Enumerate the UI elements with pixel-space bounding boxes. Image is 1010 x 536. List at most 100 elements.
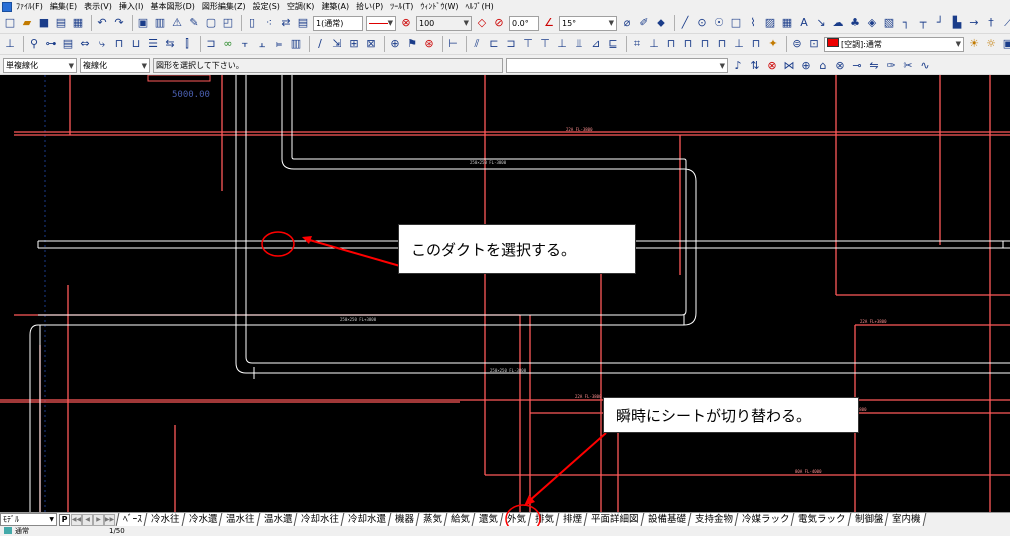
- light-icon[interactable]: ✦: [766, 37, 780, 51]
- angle-step-combo[interactable]: 15° ▼: [559, 15, 617, 31]
- anchor-icon[interactable]: ⊥: [555, 37, 569, 51]
- diagonal-icon[interactable]: ⟋: [1001, 16, 1010, 30]
- tray-icon[interactable]: ⊑: [606, 37, 620, 51]
- angle-snap-icon[interactable]: ∠: [542, 16, 556, 30]
- level-icon[interactable]: ⊏: [487, 37, 501, 51]
- wave-icon[interactable]: ∿: [918, 59, 932, 73]
- brush-icon[interactable]: ✎: [187, 16, 201, 30]
- select-icon[interactable]: ▣: [136, 16, 150, 30]
- frame-c-icon[interactable]: ⊓: [698, 37, 712, 51]
- print-icon[interactable]: ▦: [71, 16, 85, 30]
- tee-icon[interactable]: ┬: [916, 16, 930, 30]
- menu-tools[interactable]: ﾂｰﾙ(T): [390, 1, 413, 12]
- line-type-combo[interactable]: ▼: [366, 15, 396, 31]
- arrow-icon[interactable]: →: [967, 16, 981, 30]
- connect-icon[interactable]: ⊸: [850, 59, 864, 73]
- print-preview-icon[interactable]: ▤: [54, 16, 68, 30]
- frame-a-icon[interactable]: ⊓: [664, 37, 678, 51]
- duct-fit-icon[interactable]: ⫟: [238, 37, 252, 51]
- menu-takeoff[interactable]: 拾い(P): [356, 1, 383, 12]
- layer-set-icon[interactable]: ▤: [296, 16, 310, 30]
- frame-b-icon[interactable]: ⊓: [681, 37, 695, 51]
- menu-hvac[interactable]: 空調(K): [287, 1, 315, 12]
- cloud-icon[interactable]: ☁: [831, 16, 845, 30]
- mode-combo[interactable]: 単複線化 ▼: [3, 58, 77, 73]
- frame-e-icon[interactable]: ⊥: [732, 37, 746, 51]
- rect-icon[interactable]: □: [729, 16, 743, 30]
- menu-settings[interactable]: 設定(S): [253, 1, 280, 12]
- unit-icon[interactable]: ▥: [289, 37, 303, 51]
- branch-icon[interactable]: ⤷: [95, 37, 109, 51]
- pan-icon[interactable]: ⇄: [279, 16, 293, 30]
- undo-icon[interactable]: ↶: [95, 16, 109, 30]
- stop-pen-icon[interactable]: ⊗: [399, 16, 413, 30]
- bulb-icon[interactable]: ☀: [967, 37, 981, 51]
- frame-f-icon[interactable]: ⊓: [749, 37, 763, 51]
- more-icon[interactable]: ▣: [1001, 37, 1010, 51]
- polyline-icon[interactable]: ⌇: [746, 16, 760, 30]
- component-icon[interactable]: ▙: [950, 16, 964, 30]
- app-icon[interactable]: [2, 1, 12, 12]
- save-icon[interactable]: ■: [37, 16, 51, 30]
- cross-icon[interactable]: ⊕: [799, 59, 813, 73]
- cancel-icon[interactable]: ⊘: [492, 16, 506, 30]
- menu-shape-edit[interactable]: 図形編集(Z): [202, 1, 246, 12]
- brush2-icon[interactable]: ✑: [884, 59, 898, 73]
- flow-icon[interactable]: ⇔: [78, 37, 92, 51]
- measure-icon[interactable]: ⌀: [620, 16, 634, 30]
- tag-icon[interactable]: ⚑: [405, 37, 419, 51]
- valve-icon[interactable]: ⊛: [422, 37, 436, 51]
- eraser-icon[interactable]: ◇: [475, 16, 489, 30]
- menu-insert[interactable]: 挿入(I): [119, 1, 144, 12]
- frame-icon[interactable]: ▢: [204, 16, 218, 30]
- step2-icon[interactable]: ⊔: [129, 37, 143, 51]
- symbol-icon[interactable]: ♣: [848, 16, 862, 30]
- plus-icon[interactable]: †: [984, 16, 998, 30]
- command-input[interactable]: ▼: [506, 58, 728, 73]
- layer-combo[interactable]: 1(通常): [313, 15, 363, 31]
- duct-link-icon[interactable]: ∞: [221, 37, 235, 51]
- leader-icon[interactable]: ↘: [814, 16, 828, 30]
- node-icon[interactable]: ⊶: [44, 37, 58, 51]
- pencil-icon[interactable]: ✐: [637, 16, 651, 30]
- diffuser-icon[interactable]: ⊞: [347, 37, 361, 51]
- stamp-icon[interactable]: ⊗: [833, 59, 847, 73]
- duct-icon[interactable]: ⊐: [204, 37, 218, 51]
- reverse-icon[interactable]: ⇆: [163, 37, 177, 51]
- menu-architecture[interactable]: 建築(A): [321, 1, 349, 12]
- spot-icon[interactable]: ⌗: [630, 37, 644, 51]
- hanger-icon[interactable]: ⊤: [538, 37, 552, 51]
- pen-width-combo[interactable]: 100 ▼: [416, 15, 472, 31]
- menu-window[interactable]: ｳｨﾝﾄﾞｳ(W): [420, 1, 458, 12]
- shape-icon[interactable]: ⌂: [816, 59, 830, 73]
- zoom-window-icon[interactable]: ◰: [221, 16, 235, 30]
- menu-help[interactable]: ﾍﾙﾌﾟ(H): [466, 1, 494, 12]
- panel-icon[interactable]: ▤: [61, 37, 75, 51]
- open-folder-icon[interactable]: ▰: [20, 16, 34, 30]
- no-snap-icon[interactable]: ⊗: [765, 59, 779, 73]
- sync-icon[interactable]: ⇅: [748, 59, 762, 73]
- image-icon[interactable]: ▧: [882, 16, 896, 30]
- step-icon[interactable]: ⊓: [112, 37, 126, 51]
- angle-value-field[interactable]: 0.0°: [509, 15, 539, 31]
- cut-icon[interactable]: ✂: [901, 59, 915, 73]
- circle-icon[interactable]: ⊙: [695, 16, 709, 30]
- layer-icon[interactable]: ▥: [153, 16, 167, 30]
- redo-icon[interactable]: ↷: [112, 16, 126, 30]
- duct-edit-icon[interactable]: ⇲: [330, 37, 344, 51]
- fitting-icon[interactable]: ┘: [933, 16, 947, 30]
- paint-icon[interactable]: ⬥: [654, 16, 668, 30]
- layer-filter-icon[interactable]: ⊡: [807, 37, 821, 51]
- line-tool-icon[interactable]: ╱: [678, 16, 692, 30]
- snap-icon[interactable]: ⁖: [262, 16, 276, 30]
- vent-icon[interactable]: ⊠: [364, 37, 378, 51]
- layer-toggle-icon[interactable]: ⊜: [790, 37, 804, 51]
- elevation-icon[interactable]: ⊥: [647, 37, 661, 51]
- elbow-icon[interactable]: ┐: [899, 16, 913, 30]
- menu-basic-shapes[interactable]: 基本図形(D): [150, 1, 194, 12]
- support-icon[interactable]: ⊤: [521, 37, 535, 51]
- menu-edit[interactable]: 編集(E): [50, 1, 77, 12]
- menu-file[interactable]: ﾌｧｲﾙ(F): [16, 1, 43, 12]
- text-icon[interactable]: A: [797, 16, 811, 30]
- warning-icon[interactable]: ⚠: [170, 16, 184, 30]
